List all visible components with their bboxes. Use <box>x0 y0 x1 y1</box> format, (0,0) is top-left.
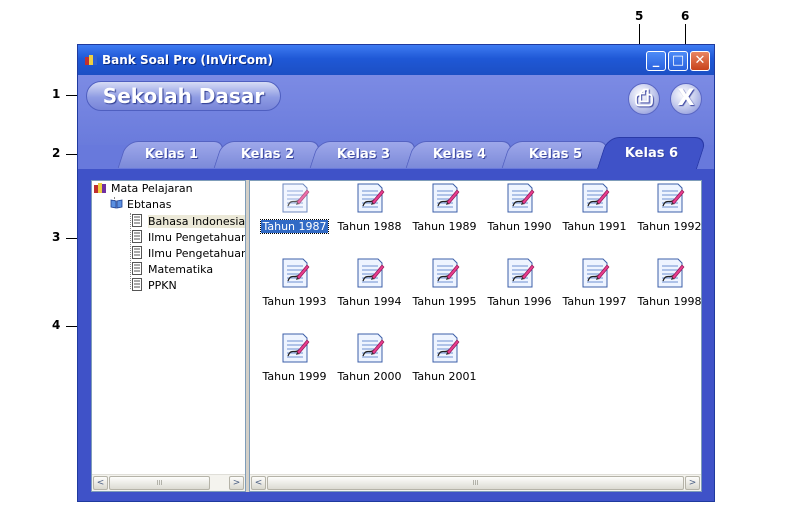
year-item[interactable]: Tahun 1993 <box>257 257 332 317</box>
edit-document-icon <box>657 183 685 213</box>
maximize-icon: □ <box>671 53 685 68</box>
minimize-button[interactable]: _ <box>646 51 666 71</box>
year-item[interactable]: Tahun 1996 <box>482 257 557 317</box>
edit-document-icon <box>657 258 685 288</box>
year-item[interactable]: Tahun 1991 <box>557 182 632 242</box>
books-icon <box>94 183 106 193</box>
year-item[interactable]: Tahun 2000 <box>332 332 407 392</box>
maximize-button[interactable]: □ <box>668 51 688 71</box>
close-button[interactable]: ✕ <box>690 51 710 71</box>
year-item[interactable]: Tahun 1989 <box>407 182 482 242</box>
tree-subject[interactable]: Ilmu Pengetahuan A <box>132 230 245 245</box>
tree-root[interactable]: Mata Pelajaran <box>94 182 193 197</box>
tab-kelas-4[interactable]: Kelas 4 <box>405 141 515 168</box>
tree-horizontal-scrollbar[interactable]: < III > <box>92 474 245 491</box>
year-item[interactable]: Tahun 1995 <box>407 257 482 317</box>
edit-document-icon <box>507 258 535 288</box>
year-item[interactable]: Tahun 1987 <box>257 182 332 242</box>
school-level-button[interactable]: Sekolah Dasar <box>86 81 281 111</box>
year-label: Tahun 1997 <box>562 295 627 308</box>
tab-kelas-3[interactable]: Kelas 3 <box>309 141 419 168</box>
tree-folder-ebtanas[interactable]: Ebtanas <box>110 198 171 213</box>
minimize-icon: _ <box>652 53 660 68</box>
tree-subject[interactable]: Ilmu Pengetahuan S <box>132 246 245 261</box>
edit-document-icon <box>282 183 310 213</box>
year-item[interactable]: Tahun 1990 <box>482 182 557 242</box>
year-label: Tahun 1999 <box>262 370 327 383</box>
print-button[interactable]: ⎙ <box>628 83 660 115</box>
year-label: Tahun 1993 <box>262 295 327 308</box>
tree-subject[interactable]: Bahasa Indonesia <box>132 214 245 229</box>
edit-document-icon <box>582 183 610 213</box>
year-list[interactable]: Tahun 1987 Tahun 1988 Tahun 1989 Tahun 1990… <box>249 180 702 492</box>
scroll-thumb[interactable]: III <box>109 476 210 490</box>
document-page-icon <box>132 262 142 275</box>
list-horizontal-scrollbar[interactable]: < III > <box>250 474 701 491</box>
edit-document-icon <box>357 333 385 363</box>
edit-document-icon <box>282 333 310 363</box>
edit-document-icon <box>432 333 460 363</box>
scroll-left-button[interactable]: < <box>93 476 108 490</box>
open-book-icon <box>110 199 123 209</box>
books-icon <box>85 55 97 65</box>
document-page-icon <box>132 230 142 243</box>
tree-subject[interactable]: PPKN <box>132 278 177 293</box>
app-window: Bank Soal Pro (InVirCom) _ □ ✕ Sekolah D… <box>77 44 715 502</box>
tab-kelas-2[interactable]: Kelas 2 <box>213 141 323 168</box>
tree-subject[interactable]: Matematika <box>132 262 213 277</box>
edit-document-icon <box>282 258 310 288</box>
close-icon: ✕ <box>694 53 706 68</box>
year-label: Tahun 2000 <box>337 370 402 383</box>
edit-document-icon <box>507 183 535 213</box>
header-band: Sekolah Dasar <box>78 75 714 145</box>
edit-document-icon <box>357 183 385 213</box>
print-icon: ⎙ <box>635 86 653 111</box>
document-page-icon <box>132 278 142 291</box>
document-page-icon <box>132 246 142 259</box>
year-item[interactable]: Tahun 1988 <box>332 182 407 242</box>
window-title: Bank Soal Pro (InVirCom) <box>102 53 273 67</box>
year-label: Tahun 1989 <box>412 220 477 233</box>
exit-button[interactable]: X <box>670 83 702 115</box>
year-item[interactable]: Tahun 1994 <box>332 257 407 317</box>
year-label: Tahun 1996 <box>487 295 552 308</box>
year-item[interactable]: Tahun 2001 <box>407 332 482 392</box>
year-item[interactable]: Tahun 1999 <box>257 332 332 392</box>
year-label: Tahun 1990 <box>487 220 552 233</box>
edit-document-icon <box>432 258 460 288</box>
document-page-icon <box>132 214 142 227</box>
year-label: Tahun 1994 <box>337 295 402 308</box>
year-label: Tahun 1991 <box>562 220 627 233</box>
year-label: Tahun 1988 <box>337 220 402 233</box>
year-label: Tahun 2001 <box>412 370 477 383</box>
year-label: Tahun 1995 <box>412 295 477 308</box>
year-label: Tahun 1987 <box>260 219 329 234</box>
year-item[interactable]: Tahun 1997 <box>557 257 632 317</box>
scroll-left-button[interactable]: < <box>251 476 266 490</box>
year-item[interactable]: Tahun 1998 <box>632 257 702 317</box>
edit-document-icon <box>582 258 610 288</box>
year-label: Tahun 1998 <box>637 295 702 308</box>
title-bar[interactable]: Bank Soal Pro (InVirCom) _ □ ✕ <box>78 45 714 75</box>
exit-icon: X <box>677 86 695 111</box>
edit-document-icon <box>357 258 385 288</box>
subject-tree[interactable]: Mata Pelajaran Ebtanas Bahasa Indonesia … <box>91 180 246 492</box>
tab-kelas-6[interactable]: Kelas 6 <box>596 137 708 170</box>
tab-kelas-5[interactable]: Kelas 5 <box>501 141 611 168</box>
edit-document-icon <box>432 183 460 213</box>
year-label: Tahun 1992 <box>637 220 702 233</box>
class-tabs: Kelas 1 Kelas 2 Kelas 3 Kelas 4 Kelas 5 … <box>78 137 714 170</box>
scroll-right-button[interactable]: > <box>685 476 700 490</box>
year-item[interactable]: Tahun 1992 <box>632 182 702 242</box>
scroll-right-button[interactable]: > <box>229 476 244 490</box>
tab-kelas-1[interactable]: Kelas 1 <box>117 141 227 168</box>
scroll-thumb[interactable]: III <box>267 476 684 490</box>
tab-content: Mata Pelajaran Ebtanas Bahasa Indonesia … <box>78 169 714 501</box>
